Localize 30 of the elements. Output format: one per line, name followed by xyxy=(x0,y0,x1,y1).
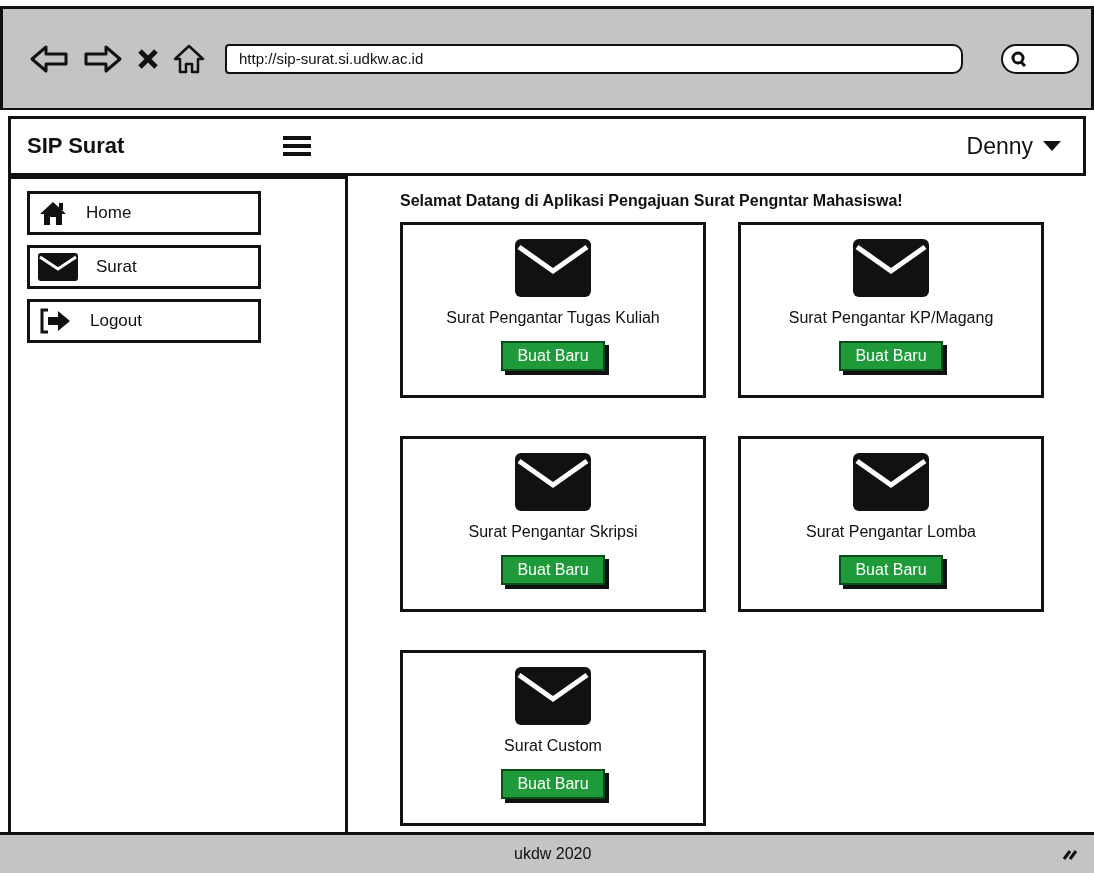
close-icon[interactable] xyxy=(137,47,159,70)
card-title: Surat Custom xyxy=(504,737,602,755)
search-icon xyxy=(1011,50,1027,67)
envelope-icon xyxy=(515,239,591,297)
logout-icon xyxy=(38,307,72,335)
envelope-icon xyxy=(515,453,591,511)
envelope-icon xyxy=(853,239,929,297)
sidebar-item[interactable]: Home xyxy=(27,191,261,235)
envelope-icon xyxy=(38,253,78,281)
card-title: Surat Pengantar KP/Magang xyxy=(788,309,994,327)
sidebar-item[interactable]: Logout xyxy=(27,299,261,343)
welcome-heading: Selamat Datang di Aplikasi Pengajuan Surat Pengntar Mahasiswa! xyxy=(400,192,904,210)
search-field[interactable] xyxy=(1001,43,1079,74)
card-title: Surat Pengantar Skripsi xyxy=(468,523,638,541)
menu-icon[interactable] xyxy=(283,135,311,157)
home-icon xyxy=(38,200,68,226)
envelope-icon xyxy=(515,667,591,725)
card-title: Surat Pengantar Lomba xyxy=(806,523,976,541)
resize-grip-icon[interactable] xyxy=(1062,847,1078,861)
home-icon[interactable] xyxy=(173,43,205,74)
envelope-icon xyxy=(853,453,929,511)
sidebar-item[interactable]: Surat xyxy=(27,245,261,289)
footer-text: ukdw 2020 xyxy=(514,845,592,863)
card-title: Surat Pengantar Tugas Kuliah xyxy=(446,309,660,327)
back-arrow-icon[interactable] xyxy=(29,43,69,74)
caret-icon xyxy=(1043,141,1061,151)
brand-title[interactable]: SIP Surat xyxy=(27,133,283,159)
user-menu[interactable]: Denny xyxy=(966,132,1061,160)
url-field[interactable]: http://sip-surat.si.udkw.ac.id xyxy=(225,43,963,74)
forward-arrow-icon[interactable] xyxy=(83,43,123,74)
